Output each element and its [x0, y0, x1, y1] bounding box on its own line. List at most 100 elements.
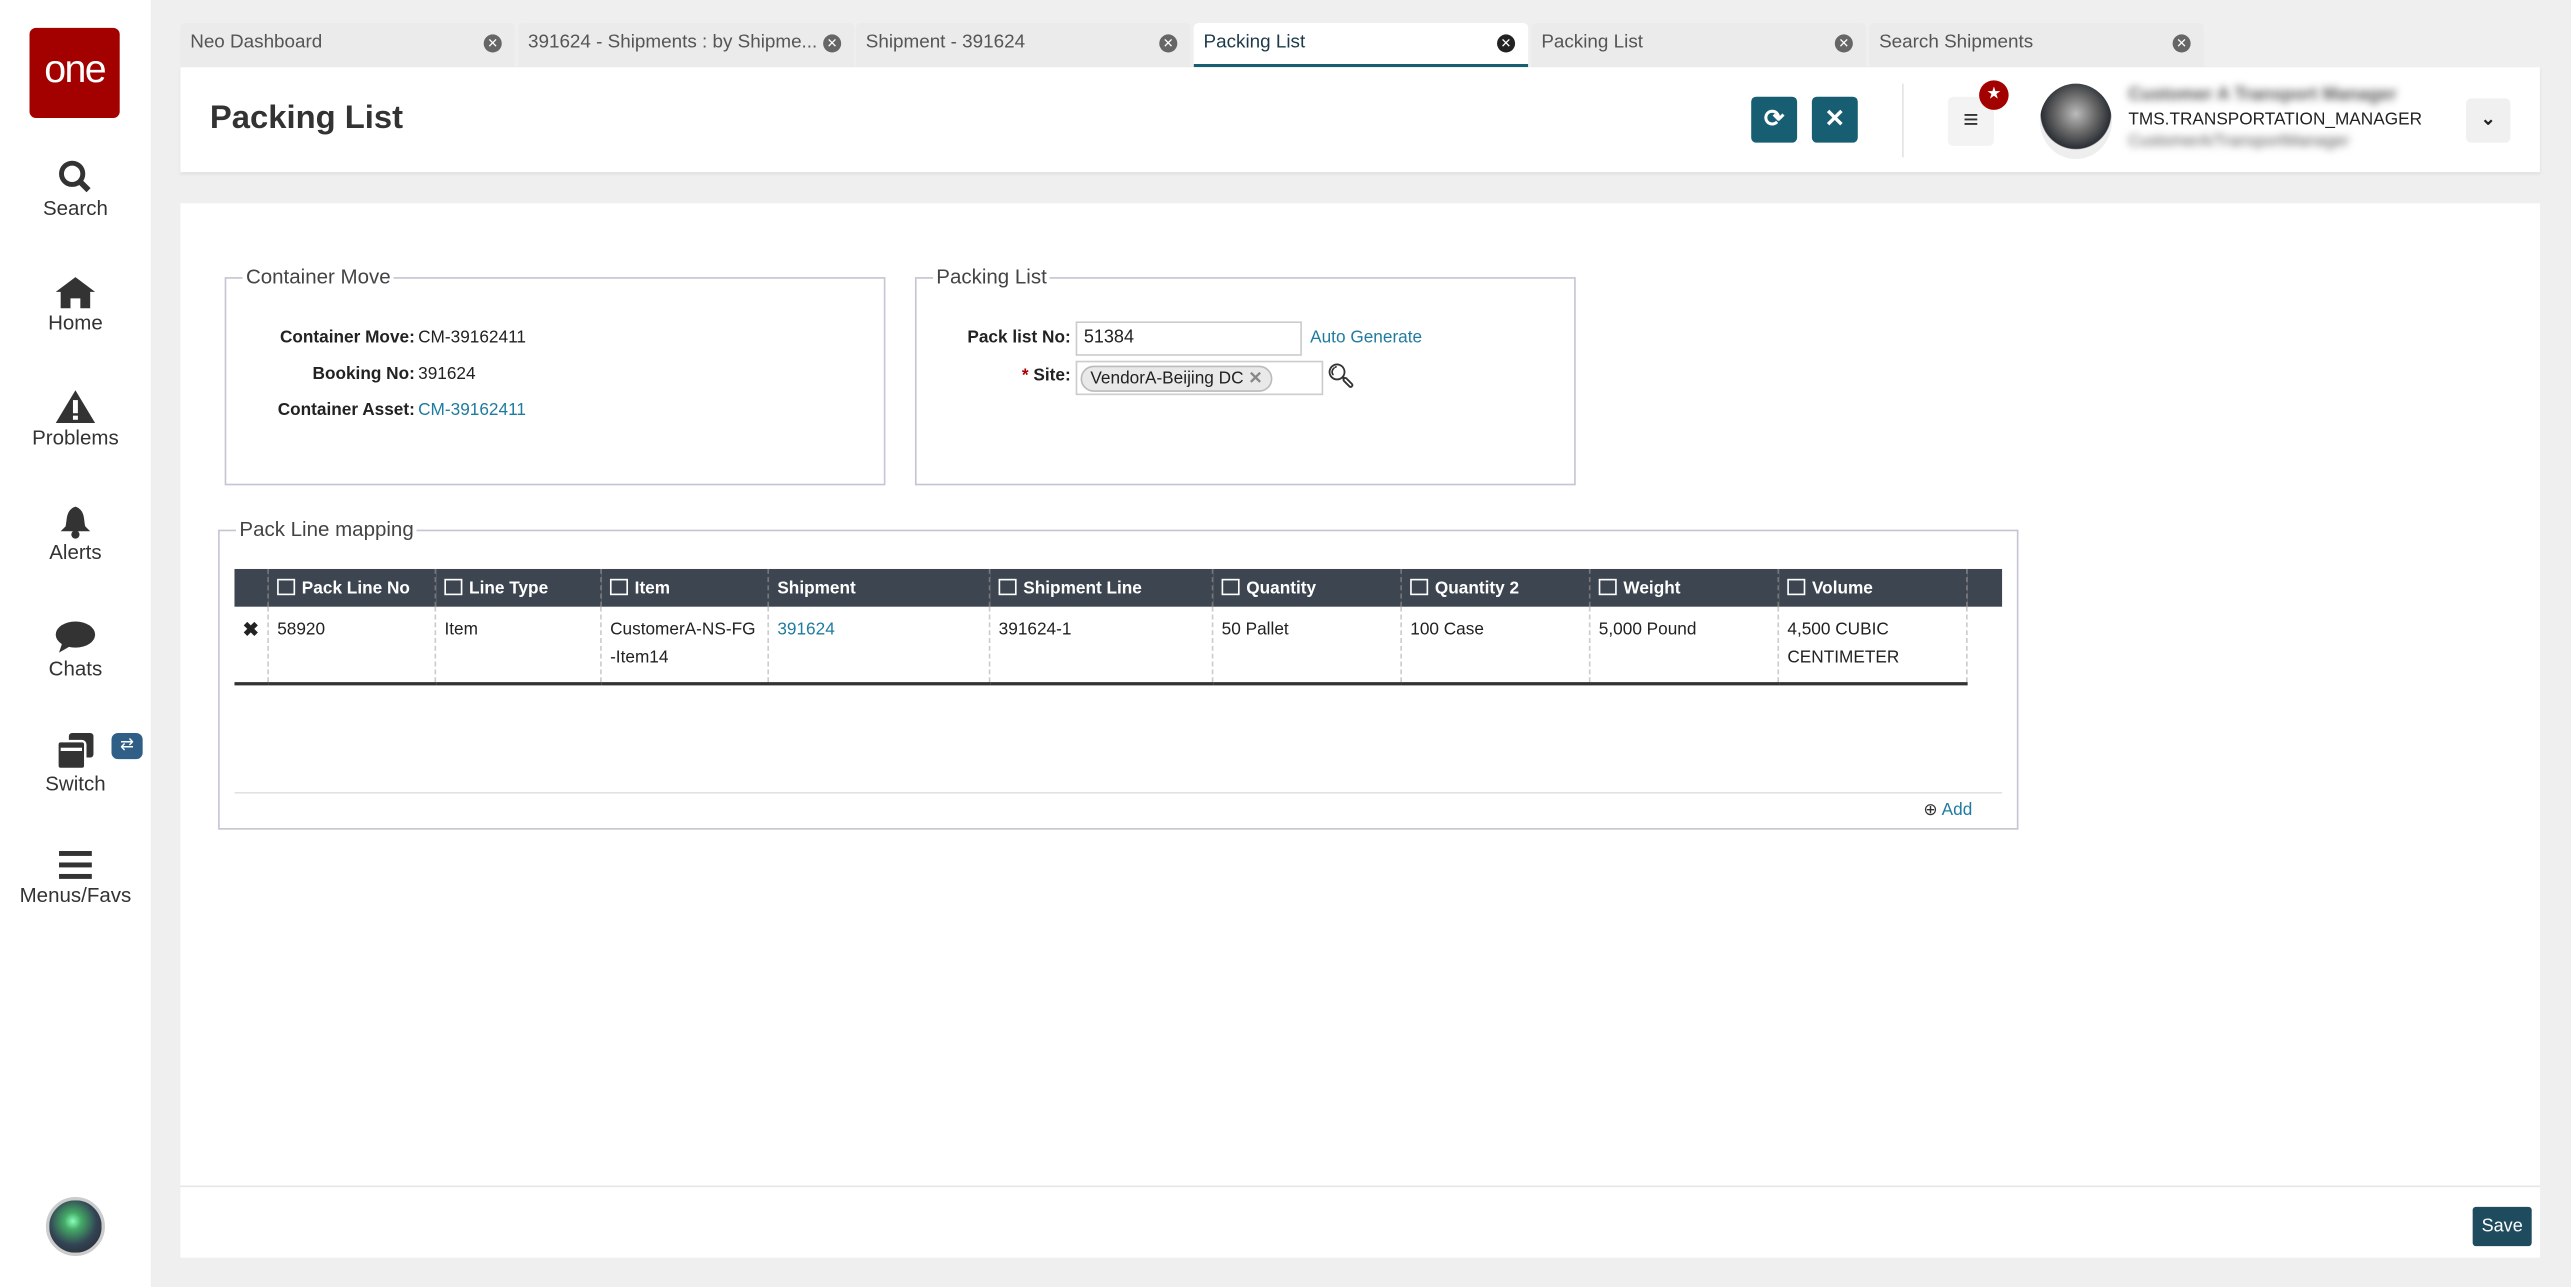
- edit-icon: [1410, 577, 1429, 595]
- tab-label: Shipment - 391624: [865, 32, 1026, 53]
- booking-no-value: 391624: [418, 364, 476, 384]
- cell-quantity[interactable]: 50 Pallet: [1212, 606, 1403, 686]
- sidebar-item-chats[interactable]: Chats: [0, 620, 151, 681]
- divider: [234, 791, 2003, 794]
- tab-label: Neo Dashboard: [190, 32, 323, 53]
- delete-row-icon[interactable]: ✖: [234, 606, 269, 686]
- packing-list-section: Packing List Pack list No: 51384 Auto Ge…: [914, 265, 1576, 486]
- pack-list-no-input[interactable]: 51384: [1075, 321, 1302, 356]
- cell-shipment-line[interactable]: 391624-1: [989, 606, 1214, 686]
- divider: [1902, 83, 1904, 158]
- tab-label: Search Shipments: [1879, 32, 2034, 53]
- cell-item[interactable]: CustomerA-NS-FG-Item14: [601, 606, 770, 686]
- footer-divider: [180, 1185, 2540, 1188]
- page-title: Packing List: [209, 100, 404, 137]
- column-header[interactable]: Weight: [1589, 568, 1780, 607]
- sidebar-item-label: Alerts: [49, 541, 102, 565]
- sidebar-item-label: Home: [48, 311, 103, 335]
- main-panel: Container Move Container Move: CM-391624…: [180, 203, 2540, 1258]
- sidebar-item-search[interactable]: Search: [0, 159, 151, 220]
- assistant-avatar[interactable]: [45, 1196, 105, 1257]
- column-header[interactable]: Shipment Line: [989, 568, 1214, 607]
- tab-packing-list[interactable]: Packing List ✕: [1531, 22, 1866, 68]
- user-avatar[interactable]: [2039, 83, 2112, 160]
- table-row: ✖ 58920 Item CustomerA-NS-FG-Item14 3916…: [234, 606, 2002, 686]
- close-tab-icon[interactable]: ✕: [1834, 34, 1853, 53]
- sidebar-item-home[interactable]: Home: [0, 274, 151, 335]
- column-header[interactable]: Item: [601, 568, 770, 607]
- tab-label: Packing List: [1541, 32, 1644, 53]
- bell-icon: [60, 506, 91, 539]
- refresh-icon: ⟳: [1763, 104, 1785, 133]
- edit-icon: [444, 577, 463, 595]
- app-logo[interactable]: one: [29, 27, 120, 119]
- switch-badge-icon[interactable]: ⇄: [111, 732, 143, 760]
- tab-shipments[interactable]: 391624 - Shipments : by Shipme... ✕: [518, 22, 855, 68]
- required-marker: *: [1021, 365, 1029, 386]
- user-dropdown-button[interactable]: ⌄: [2466, 98, 2511, 143]
- favorite-star-icon[interactable]: ★: [1979, 80, 2009, 110]
- sidebar: one Search Home Problems Alerts Chats Sw…: [0, 0, 151, 1287]
- close-tab-icon[interactable]: ✕: [1159, 34, 1178, 53]
- close-button[interactable]: ✕: [1811, 96, 1858, 143]
- pack-line-mapping-section: Pack Line mapping Pack Line No Line Type…: [218, 518, 2019, 830]
- add-line-button[interactable]: ⊕ Add: [1923, 800, 1972, 820]
- edit-icon: [1598, 577, 1617, 595]
- tab-label: 391624 - Shipments : by Shipme...: [527, 32, 818, 53]
- sidebar-item-label: Problems: [32, 426, 119, 450]
- cell-line-type[interactable]: Item: [435, 606, 602, 686]
- cell-shipment-link[interactable]: 391624: [768, 606, 991, 686]
- sidebar-item-menus[interactable]: Menus/Favs: [0, 846, 151, 907]
- auto-generate-link[interactable]: Auto Generate: [1310, 328, 1422, 348]
- site-label: Site:: [1033, 365, 1071, 386]
- close-tab-icon[interactable]: ✕: [1497, 34, 1516, 53]
- container-move-section: Container Move Container Move: CM-391624…: [224, 265, 886, 486]
- column-header[interactable]: Pack Line No: [268, 568, 437, 607]
- sidebar-item-label: Chats: [48, 657, 103, 681]
- warning-icon: [55, 390, 96, 424]
- pack-line-table: Pack Line No Line Type Item Shipment Shi…: [234, 568, 2003, 686]
- sidebar-item-problems[interactable]: Problems: [0, 389, 151, 450]
- tab-neo-dashboard[interactable]: Neo Dashboard ✕: [180, 22, 515, 68]
- column-header[interactable]: Quantity: [1212, 568, 1403, 607]
- sidebar-item-label: Switch: [45, 772, 106, 796]
- page-header: Packing List ⟳ ✕ ≡ ★ Customer A Transpor…: [180, 67, 2540, 173]
- cell-quantity-2[interactable]: 100 Case: [1401, 606, 1591, 686]
- site-chip-label: VendorA-Beijing DC: [1090, 368, 1244, 389]
- search-icon: [59, 160, 91, 193]
- edit-icon: [277, 577, 296, 595]
- cell-volume[interactable]: 4,500 CUBIC CENTIMETER: [1778, 606, 1968, 686]
- remove-chip-icon[interactable]: ✕: [1248, 369, 1262, 389]
- container-asset-link[interactable]: CM-39162411: [418, 400, 526, 420]
- cell-pack-line-no[interactable]: 58920: [268, 606, 437, 686]
- tab-shipment[interactable]: Shipment - 391624 ✕: [855, 22, 1191, 68]
- refresh-button[interactable]: ⟳: [1751, 96, 1798, 143]
- plus-circle-icon: ⊕: [1923, 800, 1938, 820]
- sidebar-item-label: Search: [42, 196, 108, 220]
- switch-icon: [56, 732, 94, 771]
- container-asset-label: Container Asset:: [277, 400, 415, 420]
- close-icon: ✕: [1824, 104, 1846, 133]
- save-button[interactable]: Save: [2472, 1206, 2532, 1247]
- tab-search-shipments[interactable]: Search Shipments ✕: [1869, 22, 2204, 68]
- column-header[interactable]: Line Type: [435, 568, 602, 607]
- column-header[interactable]: Quantity 2: [1401, 568, 1591, 607]
- close-tab-icon[interactable]: ✕: [483, 34, 502, 53]
- section-title: Container Move: [245, 265, 391, 289]
- chat-icon: [55, 621, 96, 653]
- close-tab-icon[interactable]: ✕: [2172, 34, 2191, 53]
- tab-packing-list-active[interactable]: Packing List ✕: [1193, 22, 1529, 68]
- site-chip: VendorA-Beijing DC ✕: [1080, 365, 1273, 392]
- edit-icon: [610, 577, 629, 595]
- column-header[interactable]: Shipment: [768, 568, 991, 607]
- column-header-action: [234, 568, 269, 607]
- edit-icon: [998, 577, 1017, 595]
- column-header[interactable]: Volume: [1778, 568, 1968, 607]
- cell-weight[interactable]: 5,000 Pound: [1589, 606, 1780, 686]
- edit-icon: [1221, 577, 1240, 595]
- zoom-search-icon[interactable]: 🔍︎: [1327, 362, 1356, 390]
- close-tab-icon[interactable]: ✕: [823, 34, 842, 53]
- user-org: CustomerA/TransportManager: [2128, 132, 2350, 151]
- site-input[interactable]: VendorA-Beijing DC ✕: [1075, 360, 1324, 396]
- sidebar-item-alerts[interactable]: Alerts: [0, 503, 151, 564]
